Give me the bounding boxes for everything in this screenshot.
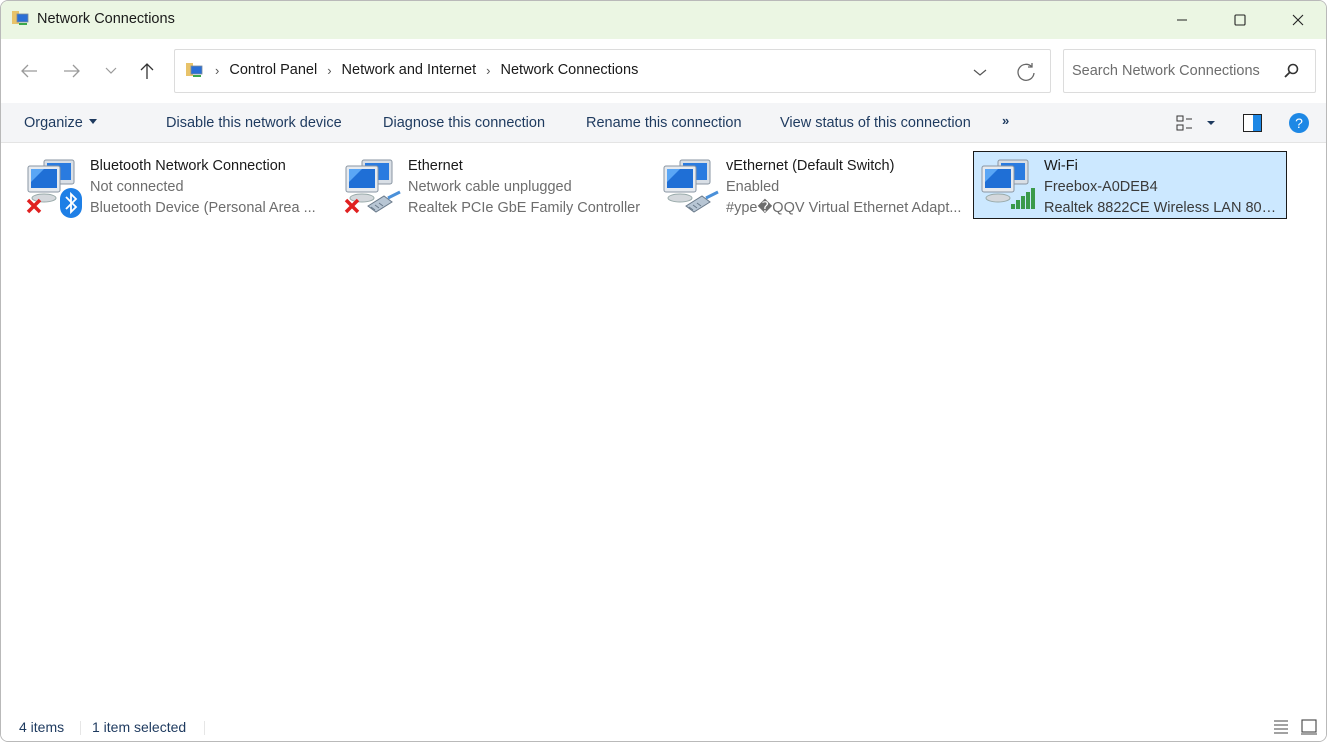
close-icon xyxy=(1292,14,1304,26)
rename-connection-button[interactable]: Rename this connection xyxy=(586,115,742,131)
chevron-down-icon xyxy=(105,67,117,74)
minimize-button[interactable] xyxy=(1153,1,1211,39)
breadcrumb-network-and-internet[interactable]: Network and Internet xyxy=(342,62,477,78)
connection-details: vEthernet (Default Switch) Enabled #ype�… xyxy=(726,156,964,219)
bluetooth-icon xyxy=(60,188,82,218)
organize-menu-button[interactable]: Organize xyxy=(24,115,97,131)
connection-device: #ype�QQV Virtual Ethernet Adapt... xyxy=(726,200,962,216)
maximize-icon xyxy=(1234,14,1246,26)
svg-text:?: ? xyxy=(1295,115,1303,131)
connection-device: Realtek PCIe GbE Family Controller xyxy=(408,200,641,216)
minimize-icon xyxy=(1177,19,1187,21)
connection-item-vethernet[interactable]: vEthernet (Default Switch) Enabled #ype�… xyxy=(655,151,969,219)
large-icons-view-icon[interactable] xyxy=(1300,718,1318,736)
window-title: Network Connections xyxy=(37,11,175,27)
connection-name: Wi-Fi xyxy=(1044,158,1078,174)
connection-item-ethernet[interactable]: Ethernet Network cable unplugged Realtek… xyxy=(337,151,651,219)
connection-name: Bluetooth Network Connection xyxy=(90,158,286,174)
breadcrumb-separator-icon: › xyxy=(215,62,220,78)
up-button[interactable] xyxy=(133,59,161,83)
address-bar[interactable]: › Control Panel › Network and Internet ›… xyxy=(174,49,1051,93)
up-arrow-icon xyxy=(140,63,154,79)
maximize-button[interactable] xyxy=(1211,1,1269,39)
organize-label: Organize xyxy=(24,115,83,131)
connection-status: Enabled xyxy=(726,179,780,195)
breadcrumb-control-panel[interactable]: Control Panel xyxy=(229,62,317,78)
search-box[interactable] xyxy=(1063,49,1316,93)
breadcrumb-separator-icon[interactable]: › xyxy=(327,63,331,78)
change-view-icon[interactable] xyxy=(1176,115,1194,131)
search-icon[interactable] xyxy=(1282,62,1300,80)
caret-down-icon xyxy=(88,118,97,124)
connection-device: Realtek 8822CE Wireless LAN 802.... xyxy=(1044,200,1282,216)
back-arrow-icon xyxy=(21,64,37,78)
title-bar: Network Connections xyxy=(1,1,1326,39)
item-count: 4 items xyxy=(19,719,65,735)
forward-arrow-icon xyxy=(64,64,80,78)
details-view-icon[interactable] xyxy=(1272,718,1290,736)
search-input[interactable] xyxy=(1072,61,1272,81)
connection-details: Wi-Fi Freebox-A0DEB4 Realtek 8822CE Wire… xyxy=(1044,156,1282,219)
address-history-dropdown-icon[interactable] xyxy=(970,62,990,82)
diagnose-connection-button[interactable]: Diagnose this connection xyxy=(383,115,545,131)
ethernet-cable-icon xyxy=(685,190,719,213)
forward-button[interactable] xyxy=(58,59,86,83)
connection-name: vEthernet (Default Switch) xyxy=(726,158,895,174)
breadcrumb-network-connections[interactable]: Network Connections xyxy=(501,62,639,78)
error-x-icon xyxy=(26,198,42,214)
help-icon[interactable]: ? xyxy=(1288,112,1310,134)
ethernet-cable-icon xyxy=(367,190,401,213)
connection-status: Freebox-A0DEB4 xyxy=(1044,179,1158,195)
connection-details: Bluetooth Network Connection Not connect… xyxy=(90,156,328,219)
connection-status: Network cable unplugged xyxy=(408,179,572,195)
view-status-button[interactable]: View status of this connection xyxy=(780,115,971,131)
status-divider xyxy=(80,721,81,735)
connection-name: Ethernet xyxy=(408,158,463,174)
navigation-bar: › Control Panel › Network and Internet ›… xyxy=(1,39,1326,103)
breadcrumb: › Control Panel › Network and Internet ›… xyxy=(215,62,648,78)
refresh-icon[interactable] xyxy=(1015,61,1037,83)
connection-item-wifi[interactable]: Wi-Fi Freebox-A0DEB4 Realtek 8822CE Wire… xyxy=(973,151,1287,219)
network-folder-icon xyxy=(12,11,29,25)
wifi-signal-icon xyxy=(1011,188,1035,209)
disable-device-button[interactable]: Disable this network device xyxy=(166,115,342,131)
connections-list: Bluetooth Network Connection Not connect… xyxy=(1,143,1326,703)
connection-device: Bluetooth Device (Personal Area ... xyxy=(90,200,316,216)
connection-status: Not connected xyxy=(90,179,184,195)
connection-item-bluetooth[interactable]: Bluetooth Network Connection Not connect… xyxy=(19,151,333,219)
network-connections-window: Network Connections › Control Panel › Ne… xyxy=(0,0,1327,742)
connection-details: Ethernet Network cable unplugged Realtek… xyxy=(408,156,646,219)
error-x-icon xyxy=(344,198,360,214)
recent-locations-button[interactable] xyxy=(97,59,125,83)
back-button[interactable] xyxy=(15,59,43,83)
command-bar: Organize Disable this network device Dia… xyxy=(1,103,1326,143)
network-folder-icon xyxy=(186,63,203,77)
view-options-dropdown-icon[interactable] xyxy=(1206,120,1216,126)
close-button[interactable] xyxy=(1269,1,1326,39)
breadcrumb-separator-icon[interactable]: › xyxy=(486,63,490,78)
more-commands-button[interactable]: » xyxy=(1002,113,1009,128)
status-bar: 4 items 1 item selected xyxy=(1,713,1326,741)
selection-count: 1 item selected xyxy=(92,719,187,735)
preview-pane-icon[interactable] xyxy=(1243,114,1262,132)
status-divider xyxy=(204,721,205,735)
